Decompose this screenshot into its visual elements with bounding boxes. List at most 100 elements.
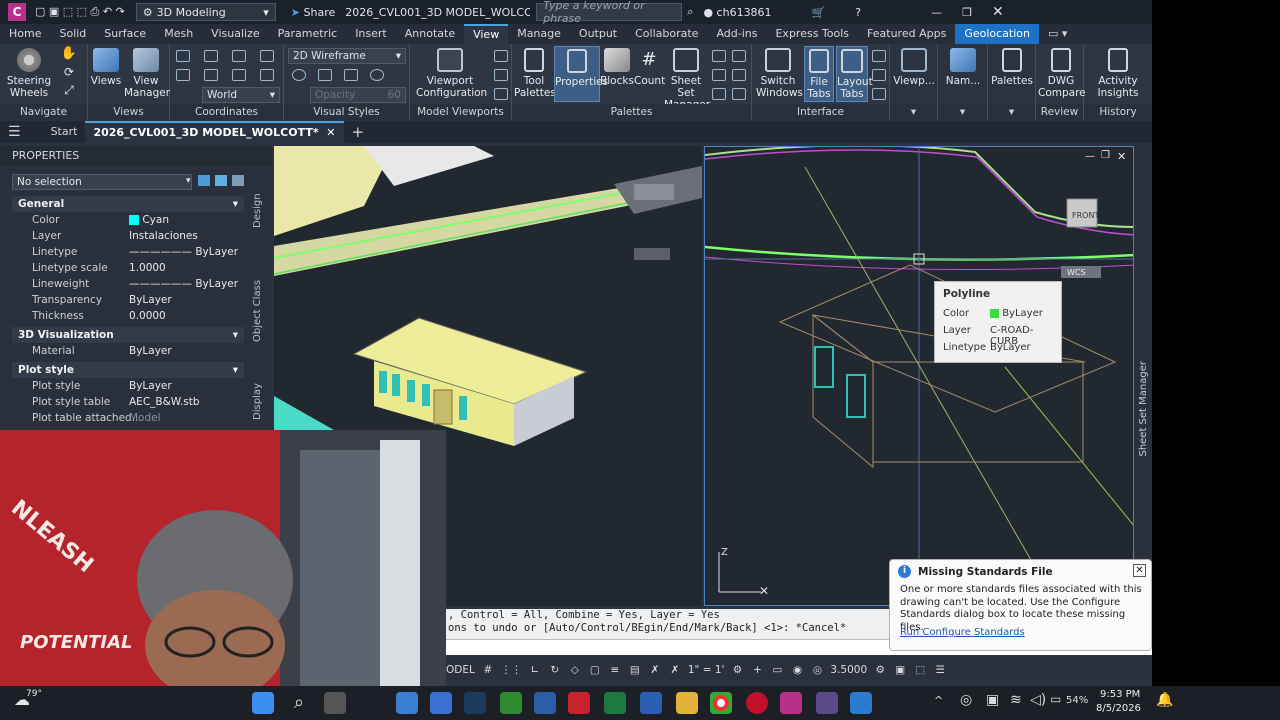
chevron-down-icon[interactable]: ▾ [938, 104, 987, 120]
model-space-button[interactable]: ODEL [446, 664, 475, 676]
viewport-minimize-icon[interactable]: — [1085, 151, 1095, 162]
notifications-icon[interactable]: 🔔 [1156, 692, 1173, 708]
activity-insights-button[interactable]: Activity Insights [1088, 48, 1148, 99]
design-center-icon[interactable] [712, 50, 726, 62]
prop-row-transparency[interactable]: Transparency ByLayer [12, 292, 244, 308]
app-icon[interactable] [534, 692, 556, 714]
ucs-3point-icon[interactable] [232, 50, 246, 62]
clock-date[interactable]: 8/5/2026 [1096, 703, 1141, 714]
new-tab-icon[interactable]: + [344, 121, 373, 143]
tab-surface[interactable]: Surface [95, 24, 155, 44]
viewport-close-icon[interactable]: ✕ [1117, 150, 1126, 163]
viewport-maximize-icon[interactable]: ❐ [1101, 150, 1110, 161]
search-icon[interactable]: ⌕ [288, 692, 310, 714]
views-button[interactable]: Views [90, 48, 122, 87]
switch-windows-button[interactable]: Switch Windows [756, 48, 803, 99]
join-viewports-icon[interactable] [494, 69, 508, 81]
tab-manage[interactable]: Manage [508, 24, 570, 44]
ucs-origin-icon[interactable] [204, 50, 218, 62]
ortho-icon[interactable]: ∟ [528, 664, 542, 676]
snap-icon[interactable]: ⋮⋮ [501, 664, 522, 676]
prop-row-thickness[interactable]: Thickness 0.0000 [12, 308, 244, 324]
ucs-named-icon[interactable] [176, 69, 190, 81]
customization-icon[interactable]: ☰ [933, 664, 947, 676]
orbit-icon[interactable]: ⟳ [58, 66, 80, 78]
edge-style-icon[interactable] [292, 69, 306, 81]
ucs-z-icon[interactable] [204, 69, 218, 81]
app-icon[interactable] [850, 692, 872, 714]
zoom-extents-icon[interactable]: ⤢ [58, 84, 80, 96]
chevron-down-icon[interactable]: ▾ [890, 104, 937, 120]
restore-icon[interactable]: ❐ [957, 0, 977, 24]
tab-mesh[interactable]: Mesh [155, 24, 202, 44]
user-account[interactable]: ● ch613861 [698, 0, 776, 24]
prop-row-lineweight[interactable]: Lineweight —————— ByLayer [12, 276, 244, 292]
count-button[interactable]: # Count [634, 48, 665, 87]
ucs-icon[interactable] [176, 50, 190, 62]
tile-vertical-icon[interactable] [872, 69, 886, 81]
steam-icon[interactable] [464, 692, 486, 714]
chrome-icon[interactable] [710, 692, 732, 714]
workspace-gear-icon[interactable]: ⚙ [730, 664, 744, 676]
xbox-icon[interactable] [500, 692, 522, 714]
tab-express-tools[interactable]: Express Tools [766, 24, 858, 44]
hamburger-menu-icon[interactable]: ☰ [0, 121, 29, 143]
prop-row-plot-style-table[interactable]: Plot style table AEC_B&W.stb [12, 394, 244, 410]
clock-time[interactable]: 9:53 PM [1100, 689, 1140, 700]
side-tab-design[interactable]: Design [252, 186, 272, 236]
weather-temp[interactable]: 79° [26, 689, 42, 699]
viewport-right[interactable]: FRONT WCS Z ✕ — ❐ ✕ [704, 146, 1134, 606]
autocad-icon[interactable] [780, 692, 802, 714]
grid-icon[interactable]: # [481, 664, 495, 676]
app-icon[interactable] [396, 692, 418, 714]
isolate-icon[interactable]: ⚙ [873, 664, 887, 676]
ucs-face-icon[interactable] [260, 69, 274, 81]
blocks-button[interactable]: Blocks [600, 48, 634, 87]
ucs-dropdown[interactable]: World ▾ [202, 87, 280, 103]
layers-icon[interactable] [732, 88, 746, 100]
volume-icon[interactable]: ◁) [1030, 692, 1046, 708]
tab-active-drawing[interactable]: 2026_CVL001_3D MODEL_WOLCOTT* ✕ [85, 121, 344, 143]
properties-button[interactable]: Properties [554, 46, 608, 102]
tile-horizontal-icon[interactable] [872, 50, 886, 62]
section-general[interactable]: General ▾ [12, 196, 244, 212]
annotation-scale-icon[interactable]: ✗ [668, 664, 682, 676]
tab-insert[interactable]: Insert [346, 24, 396, 44]
excel-icon[interactable] [604, 692, 626, 714]
tab-solid[interactable]: Solid [50, 24, 95, 44]
annotation-visibility-icon[interactable]: ✗ [648, 664, 662, 676]
plus-icon[interactable]: + [750, 664, 764, 676]
tab-geolocation[interactable]: Geolocation [955, 24, 1039, 44]
tray-app-icon[interactable]: ▣ [986, 692, 999, 708]
side-tab-display[interactable]: Display [252, 382, 272, 422]
search-input[interactable]: Type a keyword or phrase [536, 0, 683, 25]
viewport-tools-button[interactable]: Viewp... [892, 48, 936, 87]
prop-row-layer[interactable]: Layer Instalaciones [12, 228, 244, 244]
tab-parametric[interactable]: Parametric [269, 24, 347, 44]
graphics-icon[interactable]: ◉ [790, 664, 804, 676]
section-plot-style[interactable]: Plot style ▾ [12, 362, 244, 378]
run-configure-standards-link[interactable]: Run Configure Standards [900, 627, 1025, 638]
prop-row-material[interactable]: Material ByLayer [12, 343, 244, 359]
workspace-dropdown[interactable]: ⚙ 3D Modeling ▾ [135, 3, 276, 21]
minimize-icon[interactable]: — [926, 0, 947, 24]
select-objects-icon[interactable] [215, 175, 227, 186]
media-icon[interactable] [746, 692, 768, 714]
help-icon[interactable]: ? [850, 0, 866, 24]
ucs-y-icon[interactable] [232, 69, 246, 81]
tray-app-icon[interactable]: ◎ [960, 692, 972, 708]
external-refs-icon[interactable] [732, 50, 746, 62]
app-icon[interactable] [816, 692, 838, 714]
tab-home[interactable]: Home [0, 24, 50, 44]
app-logo[interactable]: C [8, 3, 26, 21]
layout-tabs-button[interactable]: Layout Tabs [836, 46, 873, 102]
prop-row-linetype-scale[interactable]: Linetype scale 1.0000 [12, 260, 244, 276]
task-view-icon[interactable] [324, 692, 346, 714]
file-explorer-icon[interactable] [676, 692, 698, 714]
zoom-icon[interactable]: ◎ [810, 664, 824, 676]
tab-add-ins[interactable]: Add-ins [707, 24, 766, 44]
side-tab-object-class[interactable]: Object Class [252, 276, 272, 346]
shadow-icon[interactable] [370, 69, 384, 81]
restore-viewports-icon[interactable] [494, 88, 508, 100]
palettes-button[interactable]: Palettes [990, 48, 1034, 87]
